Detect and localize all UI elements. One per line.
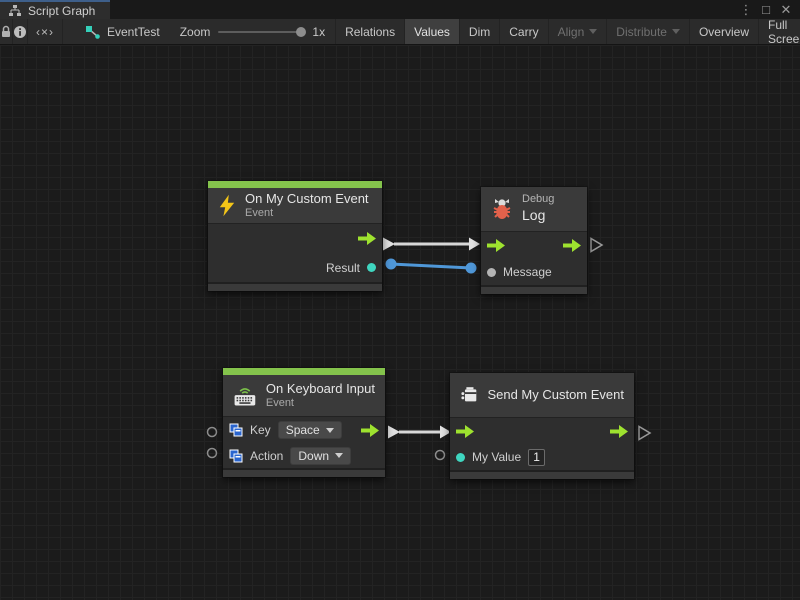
node-footer [450,470,634,479]
node-title: On My Custom Event [245,191,369,207]
edit-source-button[interactable]: ‹×› [28,19,63,44]
enum-type-icon [229,423,243,437]
carry-button[interactable]: Carry [499,19,547,44]
my-value-port-icon[interactable] [456,453,465,462]
action-port-label: Action [250,449,283,463]
dropdown-caret-icon [335,453,343,458]
send-event-icon [460,383,478,407]
result-port-label: Result [326,261,360,275]
graph-canvas[interactable]: On My Custom Event Event Result [0,45,800,600]
value-wire-result-to-message[interactable] [386,259,477,274]
event-accent-bar [208,181,382,188]
zoom-control: Zoom 1x [170,19,335,44]
code-icon: ‹×› [36,25,54,39]
lock-icon [0,25,12,38]
control-output-arrow-icon[interactable] [361,424,379,437]
distribute-label: Distribute [616,25,667,39]
unconnected-flow-triangle[interactable] [639,427,650,440]
wires-layer [0,45,800,600]
node-header[interactable]: On Keyboard Input Event [223,375,385,416]
node-on-keyboard-input[interactable]: On Keyboard Input Event Key Space [223,368,385,477]
node-subtitle: Event [266,397,375,411]
unconnected-port-circle[interactable] [208,449,217,458]
zoom-label: Zoom [180,25,211,39]
control-wire-keyboard-to-send[interactable] [388,426,451,439]
control-output-arrow-icon[interactable] [563,239,581,252]
zoom-slider[interactable] [218,31,304,33]
unconnected-port-circle[interactable] [436,451,445,460]
close-icon[interactable]: ✕ [778,2,794,18]
node-header[interactable]: On My Custom Event Event [208,188,382,223]
node-footer [208,282,382,291]
window-controls: ⋮ □ ✕ [738,0,800,19]
my-value-port-label: My Value [472,450,521,464]
graph-asset-icon [85,25,101,39]
tab-bar: Script Graph ⋮ □ ✕ [0,0,800,19]
chevron-down-icon [672,29,680,34]
keyboard-icon [233,382,257,409]
node-debug-log[interactable]: Debug Log Message [481,187,587,294]
dim-button[interactable]: Dim [459,19,499,44]
result-port-icon[interactable] [367,263,376,272]
key-port-label: Key [250,423,271,437]
unconnected-port-circle[interactable] [208,428,217,437]
control-output-arrow-icon[interactable] [358,232,376,245]
node-header[interactable]: Debug Log [481,187,587,231]
action-dropdown-value: Down [298,449,329,463]
graph-toolbar: ‹×› EventTest Zoom 1x Relations Values D… [0,19,800,45]
control-output-arrow-icon[interactable] [610,425,628,438]
node-title: Send My Custom Event [487,387,624,403]
node-title: On Keyboard Input [266,381,375,397]
my-value-input[interactable] [528,449,545,466]
enum-type-icon [229,449,243,463]
key-dropdown[interactable]: Space [278,421,342,439]
node-on-my-custom-event[interactable]: On My Custom Event Event Result [208,181,382,291]
control-wire-custom-event-to-log[interactable] [383,238,480,251]
menu-icon[interactable]: ⋮ [738,2,754,18]
info-icon [13,25,27,39]
graph-reference[interactable]: EventTest [75,19,170,44]
node-category: Debug [522,193,554,207]
node-send-my-custom-event[interactable]: Send My Custom Event My Value [450,373,634,479]
node-subtitle: Event [245,207,369,221]
node-title: Log [522,207,554,225]
bug-icon [491,197,513,221]
control-input-arrow-icon[interactable] [456,425,474,438]
graph-name-label: EventTest [107,25,160,39]
lock-button[interactable] [0,19,13,44]
message-port-label: Message [503,265,552,279]
full-screen-button[interactable]: Full Screen [758,19,800,44]
key-dropdown-value: Space [286,423,320,437]
tab-script-graph[interactable]: Script Graph [0,0,110,19]
zoom-value: 1x [312,25,325,39]
graph-hierarchy-icon [8,5,22,17]
maximize-icon[interactable]: □ [758,2,774,17]
dropdown-caret-icon [326,428,334,433]
overview-button[interactable]: Overview [689,19,758,44]
action-dropdown[interactable]: Down [290,447,351,465]
node-footer [481,285,587,294]
event-accent-bar [223,368,385,375]
lightning-bolt-icon [218,194,236,217]
relations-button[interactable]: Relations [335,19,404,44]
message-port-icon[interactable] [487,268,496,277]
chevron-down-icon [589,29,597,34]
tab-title: Script Graph [28,4,95,18]
info-button[interactable] [13,19,28,44]
values-button[interactable]: Values [404,19,459,44]
script-graph-window: Script Graph ⋮ □ ✕ ‹×› [0,0,800,600]
control-input-arrow-icon[interactable] [487,239,505,252]
align-button[interactable]: Align [548,19,607,44]
align-label: Align [558,25,585,39]
node-header[interactable]: Send My Custom Event [450,373,634,417]
zoom-slider-handle[interactable] [296,27,306,37]
node-footer [223,468,385,477]
distribute-button[interactable]: Distribute [606,19,689,44]
toolbar-toggles: Relations Values Dim Carry Align Distrib… [335,19,800,44]
unconnected-flow-triangle[interactable] [591,239,602,252]
